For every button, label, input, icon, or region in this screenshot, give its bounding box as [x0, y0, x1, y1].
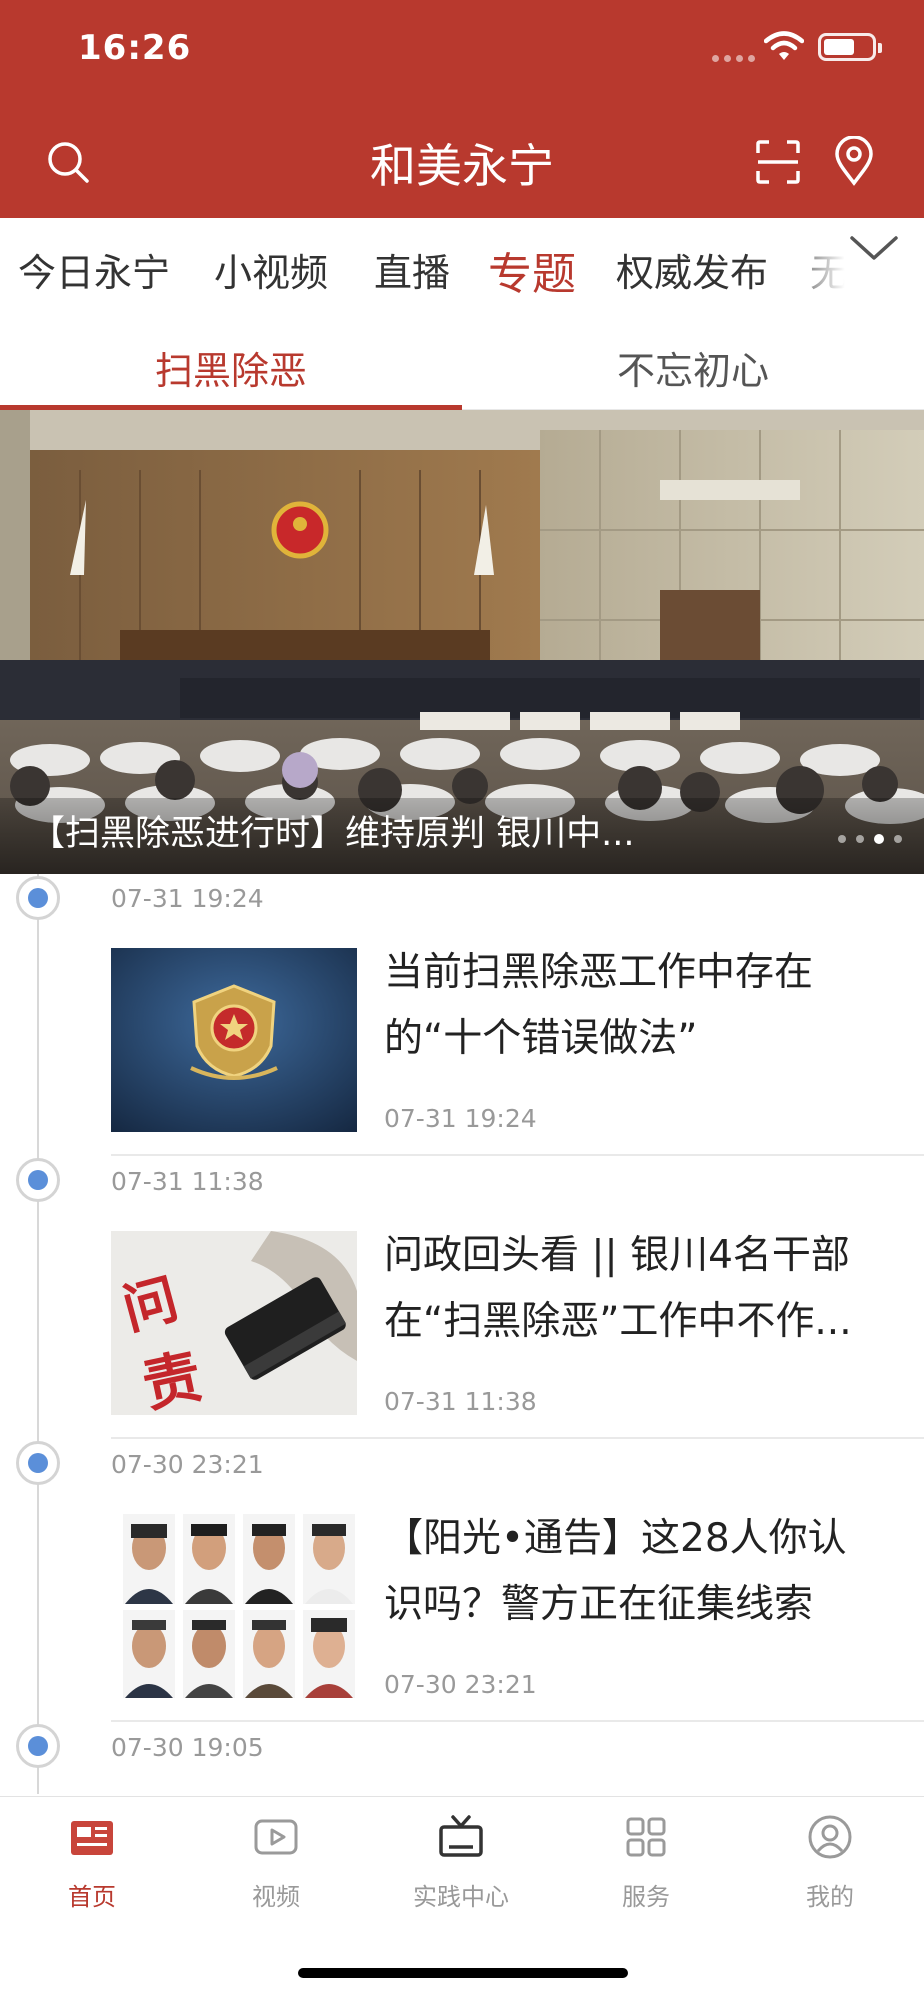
timeline-dot [16, 1724, 60, 1768]
status-time: 16:26 [78, 28, 192, 68]
sub-tab-bar: 扫黑除恶 不忘初心 [0, 314, 924, 410]
timeline-time: 07-31 19:24 [111, 884, 264, 913]
banner-carousel[interactable]: 【扫黑除恶进行时】维持原判 银川中... [0, 410, 924, 874]
police-badge-image [111, 948, 357, 1132]
news-date: 07-30 23:21 [384, 1670, 537, 1699]
carousel-indicator [838, 834, 902, 844]
wifi-icon [764, 31, 804, 60]
divider [111, 1437, 924, 1439]
tv-icon [439, 1815, 483, 1857]
news-title[interactable]: 问政回头看 || 银川4名干部 在“扫黑除恶”工作中不作... [384, 1223, 894, 1355]
nav-label: 首页 [68, 1883, 116, 1911]
news-title[interactable]: 【阳光•通告】这28人你认 识吗？警方正在征集线索 [384, 1506, 894, 1638]
nav-home[interactable]: 首页 [0, 1813, 184, 1912]
news-title-line: 【阳光•通告】这28人你认 [384, 1516, 847, 1561]
divider [111, 1720, 924, 1722]
news-thumbnail[interactable] [111, 948, 357, 1132]
news-title-line: 在“扫黑除恶”工作中不作... [384, 1299, 852, 1344]
timeline-time: 07-30 23:21 [111, 1450, 264, 1479]
tab-special-topic[interactable]: 专题 [488, 238, 576, 302]
location-pin-icon[interactable] [834, 136, 874, 186]
news-title-line: 的“十个错误做法” [384, 1016, 698, 1061]
battery-icon [818, 33, 882, 61]
subtab-buwang-chuxin[interactable]: 不忘初心 [462, 340, 924, 395]
news-thumbnail[interactable] [111, 1514, 357, 1698]
news-title-line: 识吗？警方正在征集线索 [384, 1582, 814, 1627]
stamp-image: 问 责 [111, 1231, 357, 1415]
tab-short-video[interactable]: 小视频 [214, 242, 328, 297]
nav-services[interactable]: 服务 [554, 1813, 738, 1912]
tab-official-release[interactable]: 权威发布 [616, 242, 768, 297]
timeline-line [37, 874, 39, 1794]
timeline-dot [16, 1158, 60, 1202]
suspect-photos-image [111, 1514, 357, 1698]
nav-label: 服务 [622, 1883, 670, 1911]
tab-jinri-yongning[interactable]: 今日永宁 [18, 242, 170, 297]
news-thumbnail[interactable]: 问 责 [111, 1231, 357, 1415]
nav-label: 实践中心 [413, 1883, 509, 1911]
newspaper-icon [71, 1821, 113, 1855]
timeline-time: 07-30 19:05 [111, 1733, 264, 1762]
tab-live[interactable]: 直播 [374, 242, 450, 297]
timeline-time: 07-31 11:38 [111, 1167, 264, 1196]
nav-mine[interactable]: 我的 [738, 1813, 922, 1912]
nav-label: 视频 [252, 1883, 300, 1911]
subtab-saohei-chue[interactable]: 扫黑除恶 [0, 340, 462, 395]
scan-icon[interactable] [756, 140, 800, 184]
user-icon [808, 1815, 852, 1859]
app-header: 16:26 和美永宁 [0, 0, 924, 218]
news-title-line: 当前扫黑除恶工作中存在 [384, 950, 814, 995]
nav-label: 我的 [806, 1883, 854, 1911]
news-date: 07-31 11:38 [384, 1387, 537, 1416]
chevron-down-icon[interactable] [848, 232, 900, 264]
nav-practice-center[interactable]: 实践中心 [369, 1813, 553, 1912]
banner-caption: 【扫黑除恶进行时】维持原判 银川中... [30, 814, 635, 854]
channel-tab-bar: 今日永宁 小视频 直播 专题 权威发布 无 [0, 218, 924, 314]
nav-video[interactable]: 视频 [184, 1813, 368, 1912]
news-title-line: 问政回头看 || 银川4名干部 [384, 1233, 850, 1278]
timeline-dot [16, 876, 60, 920]
grid-icon [626, 1817, 666, 1857]
banner-caption-bar: 【扫黑除恶进行时】维持原判 银川中... [0, 798, 924, 874]
play-icon [254, 1819, 298, 1855]
home-indicator[interactable] [298, 1968, 628, 1978]
news-date: 07-31 19:24 [384, 1104, 537, 1133]
news-title[interactable]: 当前扫黑除恶工作中存在 的“十个错误做法” [384, 940, 894, 1072]
divider [111, 1154, 924, 1156]
timeline-dot [16, 1441, 60, 1485]
signal-icon [712, 55, 755, 62]
